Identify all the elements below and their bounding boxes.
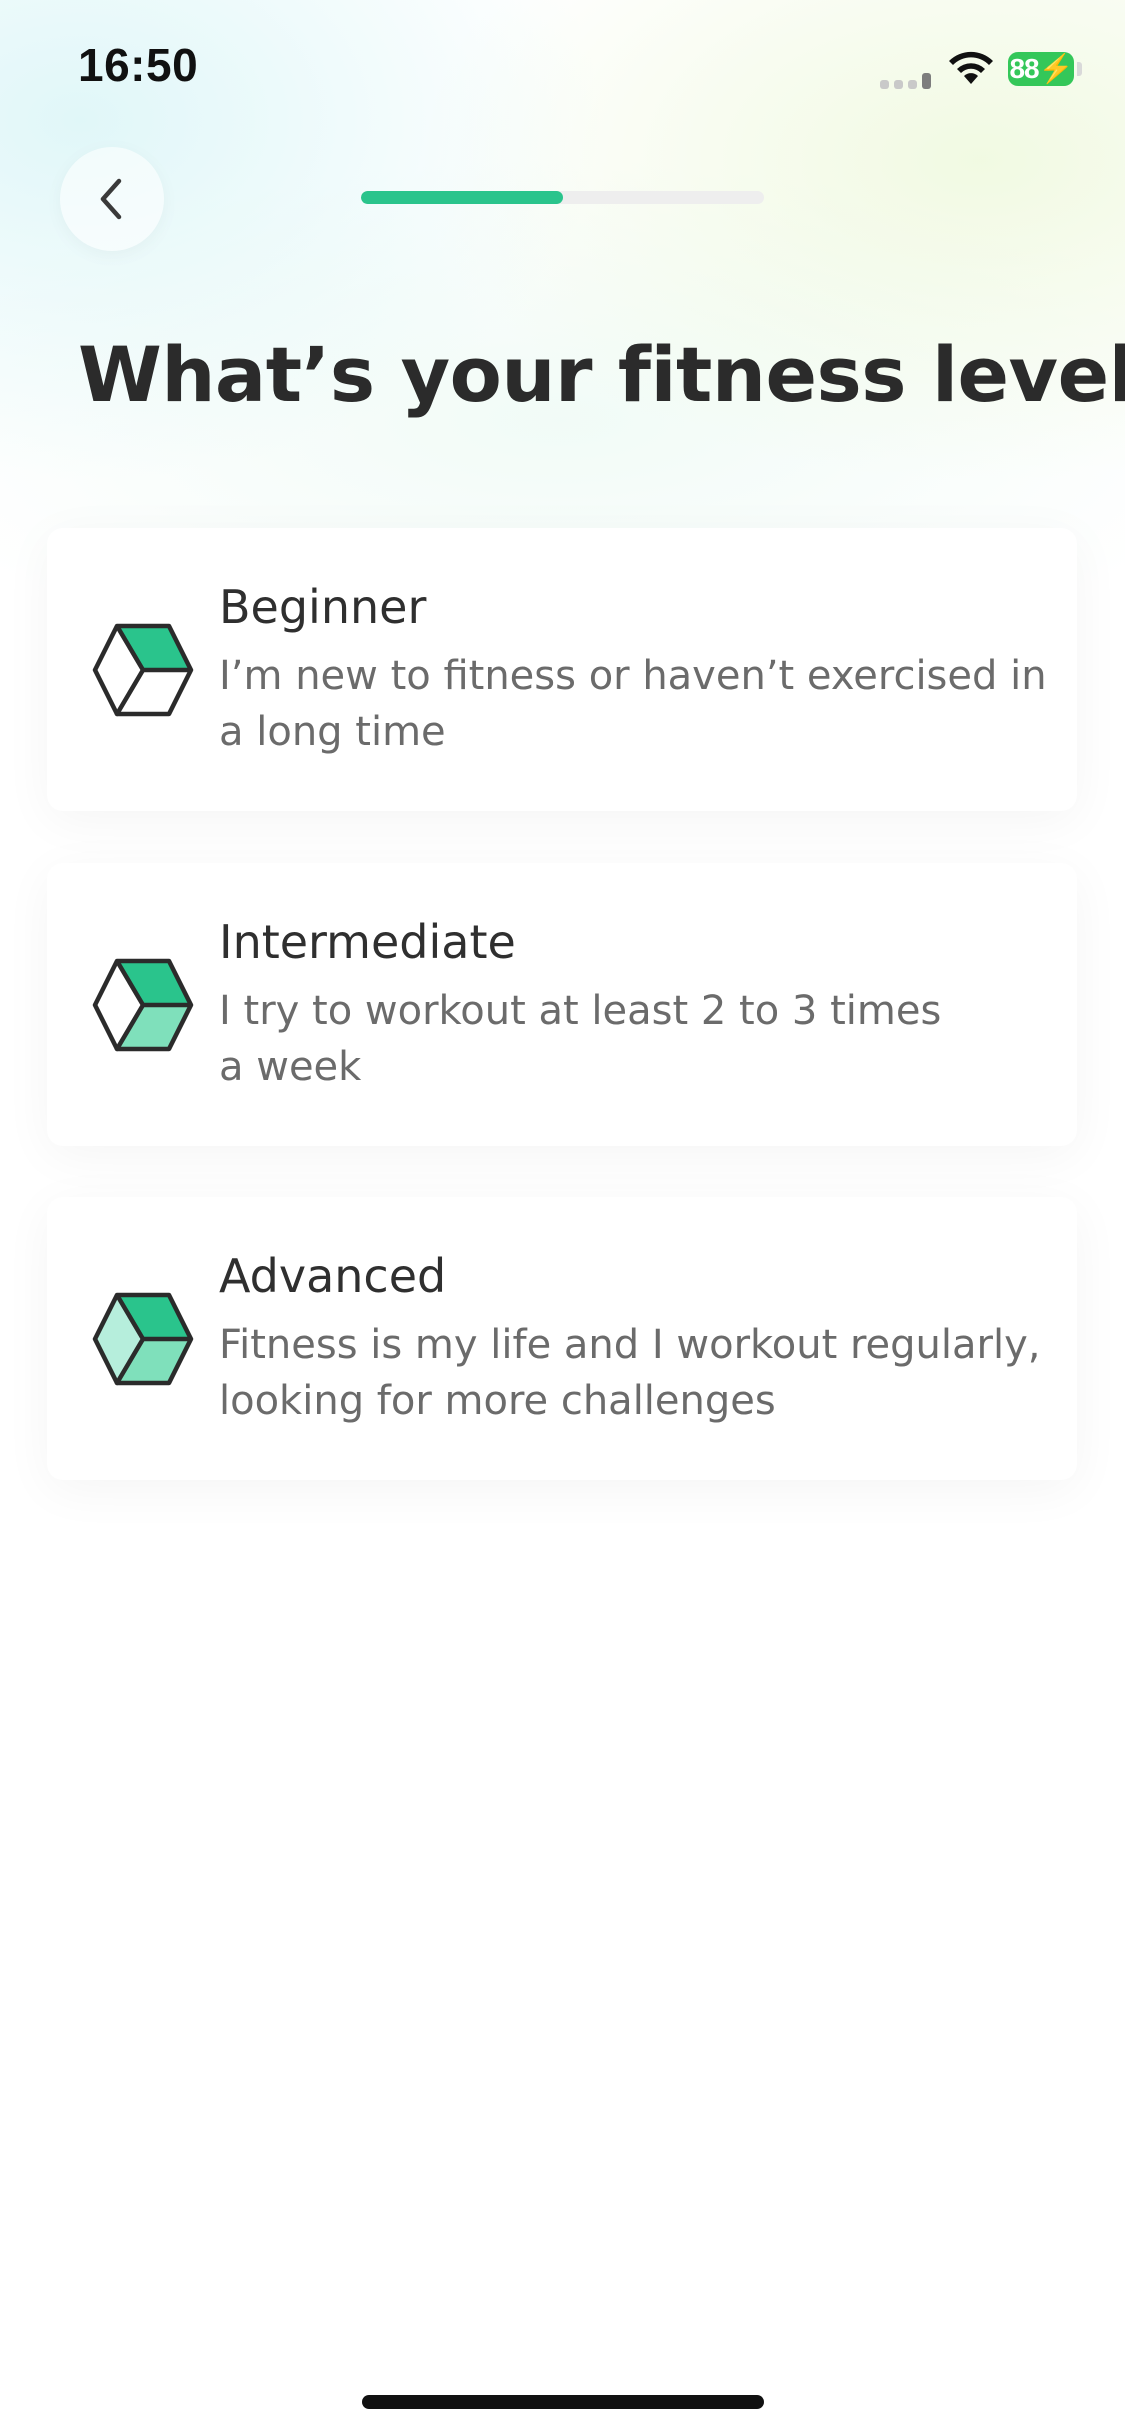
level-description-line: a week bbox=[219, 1044, 362, 1090]
level-title: Beginner bbox=[219, 580, 427, 634]
battery-cap bbox=[1077, 62, 1082, 76]
battery-icon: 88⚡ bbox=[1008, 52, 1074, 86]
progress-fill bbox=[361, 191, 563, 204]
level-description-line: I try to workout at least 2 to 3 times bbox=[219, 988, 942, 1034]
cellular-signal-icon bbox=[880, 70, 936, 89]
page-title: What’s your fitness level? bbox=[78, 330, 1125, 419]
level-title: Intermediate bbox=[219, 915, 516, 969]
cube-icon bbox=[92, 623, 194, 717]
level-title: Advanced bbox=[219, 1249, 447, 1303]
home-indicator bbox=[362, 2395, 764, 2409]
level-description-line: Fitness is my life and I workout regular… bbox=[219, 1322, 1041, 1368]
level-description: I’m new to fitness or haven’t exercised … bbox=[219, 648, 1049, 760]
level-option-intermediate[interactable]: Intermediate I try to workout at least 2… bbox=[47, 863, 1077, 1146]
status-bar: 16:50 88⚡ bbox=[0, 0, 1125, 130]
charging-bolt-icon: ⚡ bbox=[1038, 53, 1074, 84]
level-description-line: I’m new to fitness or haven’t exercised … bbox=[219, 653, 1047, 699]
battery-level: 88 bbox=[1009, 53, 1039, 84]
back-button[interactable] bbox=[60, 147, 164, 251]
status-time: 16:50 bbox=[78, 39, 199, 91]
chevron-left-icon bbox=[100, 178, 122, 220]
level-option-advanced[interactable]: Advanced Fitness is my life and I workou… bbox=[47, 1197, 1077, 1480]
onboarding-progress-bar bbox=[361, 191, 764, 204]
level-description: I try to workout at least 2 to 3 times a… bbox=[219, 983, 1049, 1095]
cube-icon bbox=[92, 1292, 194, 1386]
level-option-beginner[interactable]: Beginner I’m new to fitness or haven’t e… bbox=[47, 528, 1077, 811]
cube-icon bbox=[92, 958, 194, 1052]
level-description-line: a long time bbox=[219, 709, 446, 755]
level-description-line: looking for more challenges bbox=[219, 1378, 776, 1424]
wifi-icon bbox=[949, 51, 993, 84]
level-description: Fitness is my life and I workout regular… bbox=[219, 1317, 1049, 1429]
